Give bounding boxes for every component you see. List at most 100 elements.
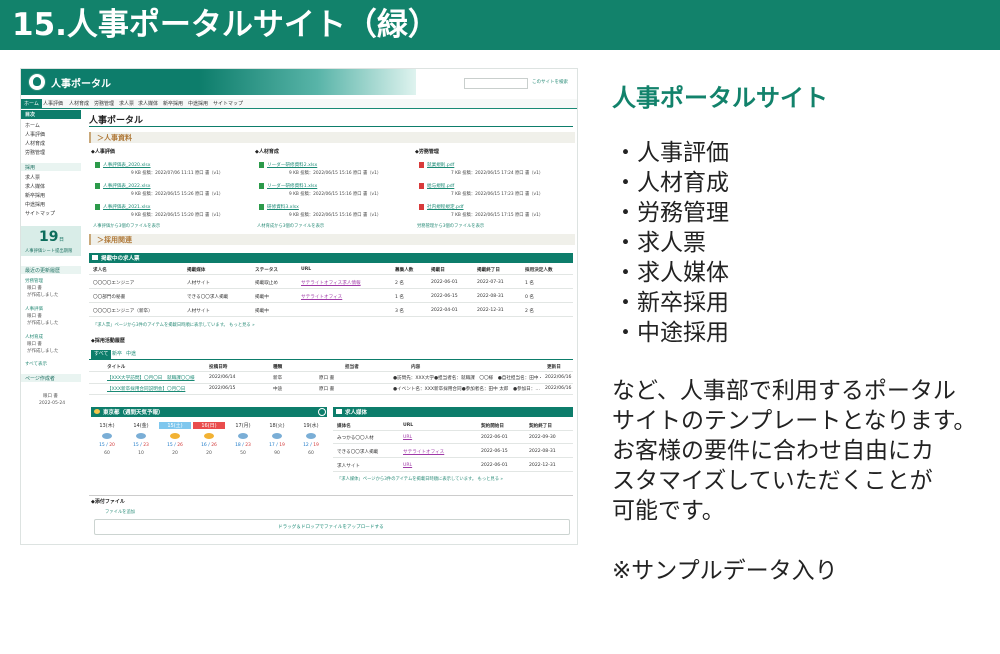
temp-high: 19 [313,443,319,448]
media-url-link[interactable]: サテライトオフィス [403,449,444,455]
hiring-history-title: ◆採用活動履歴 [91,338,125,344]
upload-dropzone[interactable]: ドラッグ＆ドロップでファイルをアップロードする [94,519,570,535]
portal-title[interactable]: 人事ポータル [51,75,111,90]
col-header: 内容 [411,365,421,370]
col-header: 掲載日 [431,268,445,273]
nav-job-posting[interactable]: 求人票 [119,100,134,107]
upload-hint: ドラッグ＆ドロップでファイルをアップロードする [278,525,384,530]
sidebar-item-evaluation[interactable]: 人事評価 [25,131,45,138]
nav-evaluation[interactable]: 人事評価 [43,100,63,107]
file-link[interactable]: 人事評価表_2022.xlsx [103,183,151,189]
title-rule [89,126,573,127]
table-cell: 1 名 [525,281,534,286]
page-author-date: 2022-05-24 [39,401,66,406]
col-header: 採用決定人数 [525,268,553,273]
table-cell: 2022-04-01 [431,308,458,313]
file-link[interactable]: 給与規程.pdf [427,183,454,189]
media-url-link[interactable]: URL [403,463,412,468]
page-title: 人事ポータル [89,116,144,126]
col-header: 種類 [273,365,283,370]
deadline-unit: 日 [59,237,65,243]
feature-item: ・新卒採用 [614,290,729,316]
col-header: ステータス [255,268,278,273]
sidebar-item-job-posting[interactable]: 求人票 [25,174,40,181]
jobs-footer[interactable]: 「求人票」ページから3件のアイテムを掲載日時順に表示しています。 もっと見る » [93,322,255,328]
deadline-countdown: 19 日 人事評価シート提出期限 [21,226,81,256]
update-note: が作成しました [27,293,59,298]
col-header: 投稿日時 [209,365,228,370]
sidebar-item-mid-career[interactable]: 中途採用 [25,201,45,208]
nav-labor[interactable]: 労務管理 [94,100,114,107]
update-link[interactable]: 労務管理 [25,278,43,284]
weather-temp: 16 / 26 [201,443,217,448]
sidebar: 目次 ホーム 人事評価 人材育成 労務管理 採用 求人票 求人媒体 新卒採用 中… [21,110,81,540]
table-cell: ●イベント名：XXX新卒採用合同●参加者名：田中 太郎 ●参加日：… [393,387,540,392]
settings-gear-icon[interactable] [318,408,326,416]
history-tabs: すべて 新卒 中途 [89,350,573,360]
sidebar-item-job-media[interactable]: 求人媒体 [25,183,45,190]
history-title-link[interactable]: 【XXX大学訪問】〇月〇日 就職課〇〇様 [107,375,203,381]
sidebar-item-sitemap[interactable]: サイトマップ [25,210,55,217]
history-title-link[interactable]: 【XXX新卒採用合同説明会】〇月〇日 [107,386,203,392]
weather-day-label: 15(土) [159,422,191,429]
weather-temp: 15 / 20 [99,443,115,448]
table-cell: 2022-06-15 [481,449,508,454]
search-scope-link[interactable]: このサイトを検索 [532,79,568,85]
attachments-header: ◆添付ファイル [89,495,573,506]
jobs-panel-header: 掲載中の求人票 [89,253,573,263]
weather-icon [102,433,112,439]
nav-mid-career[interactable]: 中途採用 [188,100,208,107]
file-link[interactable]: 社内規程規定.pdf [427,204,463,210]
nav-sitemap[interactable]: サイトマップ [213,100,243,107]
media-url-link[interactable]: URL [403,435,412,440]
file-link[interactable]: リーダー研修資料2.xlsx [267,162,317,168]
weather-temp: 18 / 23 [235,443,251,448]
file-link[interactable]: リーダー研修資料1.xlsx [267,183,317,189]
rain-chance: 10 [138,451,144,456]
update-link[interactable]: 人材育成 [25,334,43,340]
tab-mid-career[interactable]: 中途 [123,350,139,359]
rain-chance: 20 [172,451,178,456]
weather-icon [272,433,282,439]
table-cell: 2022/06/16 [545,386,572,391]
file-link[interactable]: 研修資料3.xlsx [267,204,299,210]
toc-header: 目次 [21,110,81,119]
sidebar-item-labor[interactable]: 労務管理 [25,149,45,156]
file-link[interactable]: 人事評価表_2021.xlsx [103,204,151,210]
feature-item: ・労務管理 [614,200,729,226]
temp-high: 23 [245,443,251,448]
table-cell: 2022-08-31 [529,449,556,454]
nav-home[interactable]: ホーム [21,99,42,108]
banner-title: 15.人事ポータルサイト（緑） [12,7,439,43]
rain-chance: 20 [206,451,212,456]
more-files-link[interactable]: 労務管理から3個のファイルを表示 [417,223,484,229]
media-footer[interactable]: 「求人媒体」ページから3件のアイテムを掲載日時順に表示しています。 もっと見る … [337,476,503,482]
sidebar-item-home[interactable]: ホーム [25,122,40,129]
update-link[interactable]: 人事評価 [25,306,43,312]
update-author: 眼口 書 [27,342,42,347]
more-files-link[interactable]: 人事評価から3個のファイルを表示 [93,223,160,229]
table-cell: 0 名 [525,295,534,300]
portal-logo-icon[interactable] [28,73,46,91]
nav-training[interactable]: 人材育成 [69,100,89,107]
section-hiring: ＞採用関連 [89,234,575,245]
update-author: 眼口 書 [27,286,42,291]
job-url-link[interactable]: サテライトオフィス [301,294,342,300]
add-file-link[interactable]: ファイルを追加 [105,509,135,515]
file-link[interactable]: 人事評価表_2020.xlsx [103,162,151,168]
show-all-link[interactable]: すべて表示 [25,361,47,367]
nav-job-media[interactable]: 求人媒体 [138,100,158,107]
sidebar-section-hiring: 採用 [21,163,81,171]
file-link[interactable]: 就業規則.pdf [427,162,454,168]
nav-new-grad[interactable]: 新卒採用 [163,100,183,107]
search-input[interactable] [464,78,528,89]
weather-temp: 15 / 26 [167,443,183,448]
docs-col-training-head: ◆人材育成 [255,149,279,155]
table-cell: 新卒 [273,376,283,381]
more-files-link[interactable]: 人材育成から3個のファイルを表示 [257,223,324,229]
sidebar-item-new-grad[interactable]: 新卒採用 [25,192,45,199]
job-url-link[interactable]: サテライトオフィス求人情報 [301,280,361,286]
weather-temp: 15 / 23 [133,443,149,448]
file-meta: 9 KB 投稿：2022/06/15 15:20 原口 書（v1） [131,213,224,218]
sidebar-item-training[interactable]: 人材育成 [25,140,45,147]
